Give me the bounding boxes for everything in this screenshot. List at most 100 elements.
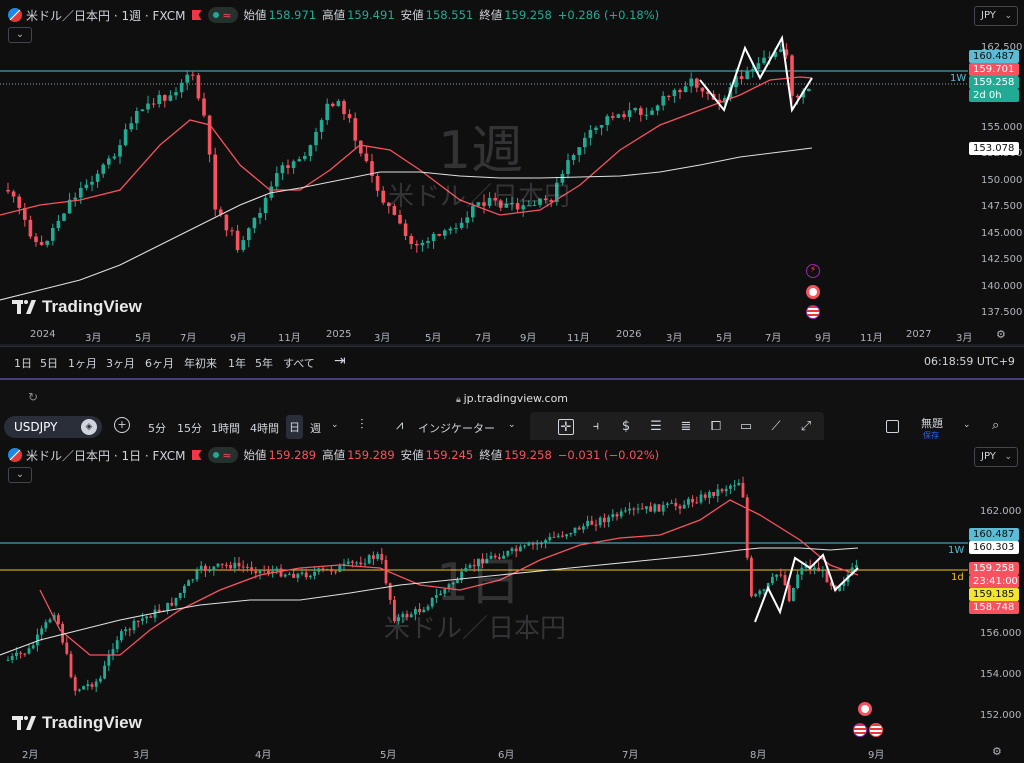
- candle-body: [233, 562, 237, 569]
- flag-marker-icon[interactable]: [191, 10, 202, 20]
- us-flag-event-icon[interactable]: [806, 305, 820, 319]
- interval-4h[interactable]: 4時間: [250, 420, 279, 436]
- range-all-button[interactable]: すべて: [283, 355, 315, 371]
- candle-body: [577, 527, 581, 530]
- legend-collapse-button[interactable]: ⌄: [8, 467, 32, 483]
- last-price-tag: 159.258: [969, 76, 1019, 89]
- currency-selector[interactable]: JPY ⌄: [974, 447, 1018, 467]
- range-1y-button[interactable]: 1年: [228, 355, 246, 371]
- symbol-title[interactable]: 米ドル／日本円 · 1日 · FXCM: [26, 447, 186, 464]
- approx-icon: ≈: [222, 448, 232, 462]
- candle-body: [375, 175, 380, 191]
- lightning-event-icon[interactable]: ⚡: [806, 264, 820, 278]
- layout-square-icon[interactable]: [886, 420, 899, 433]
- us-flag-event-icon[interactable]: [869, 723, 883, 737]
- daily-line-label: 1d: [951, 572, 964, 583]
- candle-body: [250, 567, 253, 571]
- daily-chart-panel[interactable]: 1日 米ドル／日本円 米ドル／日本円 · 1日 · FXCM ≈ 始値 159.2…: [0, 440, 1024, 763]
- trend-line-icon[interactable]: ⟋: [768, 419, 784, 435]
- range-5y-button[interactable]: 5年: [255, 355, 273, 371]
- candle-body: [615, 514, 619, 517]
- range-ytd-button[interactable]: 年初来: [184, 355, 217, 371]
- candle-body: [792, 587, 795, 601]
- fib-retracement-icon[interactable]: ≣: [678, 419, 694, 435]
- market-status-pill[interactable]: ≈: [207, 447, 238, 463]
- indicators-button[interactable]: インジケーター: [418, 420, 495, 436]
- currency-selector[interactable]: JPY ⌄: [974, 6, 1018, 26]
- indicators-icon[interactable]: ⩘: [396, 418, 403, 433]
- candle-body: [443, 230, 447, 236]
- time-tick: 5月: [380, 750, 397, 761]
- candle-body: [101, 164, 105, 174]
- candle-body: [588, 130, 593, 138]
- interval-dropdown-icon[interactable]: ⌄: [331, 420, 339, 430]
- candle-body: [220, 563, 224, 565]
- time-axis[interactable]: 2024 3月 5月 7月 9月 11月 2025 3月 5月 7月 9月 11…: [0, 326, 1024, 344]
- interval-1d[interactable]: 日: [286, 415, 303, 439]
- economic-event-icon[interactable]: [858, 702, 872, 716]
- clock-timezone[interactable]: 06:18:59 UTC+9: [924, 355, 1015, 368]
- range-5d-button[interactable]: 5日: [40, 355, 58, 371]
- candle-body: [183, 586, 186, 594]
- price-tick: 162.000: [980, 506, 1022, 517]
- range-6m-button[interactable]: 6ヶ月: [145, 355, 174, 371]
- interval-1h[interactable]: 1時間: [211, 420, 240, 436]
- candle-body: [729, 485, 732, 489]
- candle-body: [594, 524, 598, 526]
- candle-body: [103, 665, 106, 679]
- axis-settings-gear-icon[interactable]: ⚙: [992, 745, 1002, 758]
- fast-ma-price-tag: 159.701: [969, 63, 1019, 76]
- candle-body: [566, 160, 570, 175]
- quick-search-icon[interactable]: ⌕: [992, 418, 999, 433]
- candle-body: [317, 568, 321, 572]
- flag-marker-icon[interactable]: [191, 450, 202, 460]
- text-note-icon[interactable]: ▭: [738, 419, 754, 435]
- symbol-title[interactable]: 米ドル／日本円 · 1週 · FXCM: [26, 7, 186, 24]
- candle-body: [465, 217, 469, 223]
- alert-price-tag[interactable]: 160.487: [969, 528, 1019, 541]
- candle-body: [695, 78, 699, 88]
- weekly-chart-panel[interactable]: 1週 米ドル／日本円 米ドル／日本円 · 1週 · FXCM ≈ 始値 158.9…: [0, 0, 1024, 378]
- us-flag-event-icon[interactable]: [853, 723, 867, 737]
- economic-event-icon[interactable]: [806, 285, 820, 299]
- candle-body: [17, 196, 21, 208]
- rectangle-icon[interactable]: ⧠: [708, 419, 724, 435]
- go-to-date-icon[interactable]: ⇥: [334, 353, 346, 369]
- indicators-dropdown-icon[interactable]: ⌄: [508, 420, 516, 430]
- interval-5m[interactable]: 5分: [148, 420, 166, 436]
- layout-dropdown-icon[interactable]: ⌄: [963, 420, 971, 430]
- candle-body: [199, 565, 203, 571]
- yellow-line-price-tag: 159.185: [969, 588, 1019, 601]
- path-icon[interactable]: ⤢: [798, 419, 814, 435]
- alert-price-tag[interactable]: 160.487: [969, 50, 1019, 63]
- candle-body: [6, 659, 10, 661]
- range-1d-button[interactable]: 1日: [14, 355, 32, 371]
- candle-body: [283, 574, 287, 577]
- date-range-toolbar: 1日 5日 1ヶ月 3ヶ月 6ヶ月 年初来 1年 5年 すべて ⇥ 06:18:…: [0, 346, 1024, 376]
- interval-1w[interactable]: 週: [310, 420, 321, 436]
- layout-name-button[interactable]: 無題: [921, 415, 943, 431]
- pitchfork-icon[interactable]: ☰: [648, 419, 664, 435]
- time-axis[interactable]: 2月 3月 4月 5月 6月 7月 8月 9月: [0, 743, 1024, 761]
- add-compare-icon[interactable]: +: [114, 417, 130, 433]
- candle-body: [645, 506, 648, 509]
- candle-body: [359, 562, 363, 565]
- symbol-search-button[interactable]: USDJPY ◈: [4, 416, 102, 438]
- candle-body: [107, 654, 111, 666]
- candle-body: [821, 570, 825, 572]
- candle-body: [779, 574, 783, 576]
- range-1m-button[interactable]: 1ヶ月: [68, 355, 97, 371]
- legend-collapse-button[interactable]: ⌄: [8, 27, 32, 43]
- market-status-pill[interactable]: ≈: [207, 7, 238, 23]
- price-tick: 137.500: [981, 307, 1023, 318]
- horizontal-ray-icon[interactable]: ⫞: [588, 419, 604, 435]
- tradingview-logo[interactable]: TradingView: [12, 297, 142, 317]
- tradingview-logo[interactable]: TradingView: [12, 713, 142, 733]
- crosshair-icon[interactable]: ✛: [558, 419, 574, 435]
- range-3m-button[interactable]: 3ヶ月: [106, 355, 135, 371]
- candle-type-icon[interactable]: ⫶: [360, 417, 364, 433]
- axis-settings-gear-icon[interactable]: ⚙: [996, 328, 1006, 341]
- price-note-icon[interactable]: $: [618, 419, 634, 435]
- interval-15m[interactable]: 15分: [177, 420, 202, 436]
- url-bar[interactable]: 🔒︎ jp.tradingview.com: [0, 392, 1024, 405]
